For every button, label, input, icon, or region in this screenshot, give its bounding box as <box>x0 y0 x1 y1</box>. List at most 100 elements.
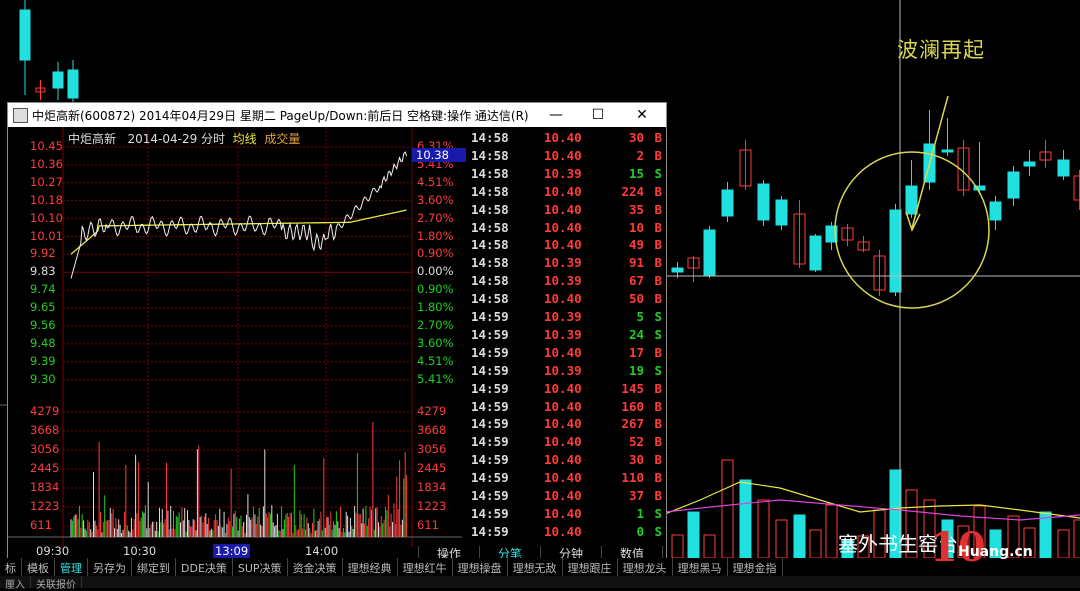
tick-volume: 91 <box>628 255 644 271</box>
bottom-tab[interactable]: 理想跟庄 <box>563 558 618 576</box>
tick-volume: 37 <box>628 488 644 503</box>
bottom-tab[interactable]: 理想经典 <box>343 558 398 576</box>
bottom-tab[interactable]: 理想龙头 <box>618 558 673 576</box>
bottom-tab[interactable]: 模板 <box>22 558 55 576</box>
maximize-button[interactable]: ☐ <box>576 103 620 127</box>
bottom-tab[interactable]: 理想无敌 <box>508 558 563 576</box>
bg-volume-bar <box>687 511 700 559</box>
tick-volume: 30 <box>628 452 644 468</box>
price-tick-label: 9.65 <box>30 300 56 315</box>
bottom-tab[interactable]: 标 <box>0 558 22 576</box>
volume-tick-label: 4279 <box>30 404 60 418</box>
tick-flag: B <box>654 183 662 199</box>
tick-volume: 160 <box>621 398 644 414</box>
tick-time: 14:58 <box>471 201 509 217</box>
tick-price: 10.40 <box>544 201 582 217</box>
average-price-line <box>70 209 407 255</box>
tick-row: 14:58 10.40 50 B <box>466 291 666 309</box>
close-button[interactable]: ✕ <box>620 103 664 127</box>
tick-row: 14:59 10.39 24 S <box>466 327 666 345</box>
price-tick-label: 9.39 <box>30 353 56 368</box>
bg-volume-bar <box>825 504 838 559</box>
status-item: 关联报价 <box>31 576 82 591</box>
pct-tick-label: 3.60% <box>417 335 454 350</box>
pct-tick-label: 2.70% <box>417 210 454 225</box>
bottom-tab[interactable]: 管理 <box>55 558 88 576</box>
volume-label: 成交量 <box>264 132 301 146</box>
bottom-tab[interactable]: 理想黑马 <box>673 558 728 576</box>
tick-flag: B <box>654 130 662 145</box>
pct-tick-label: 0.90% <box>417 246 454 261</box>
bottom-tab[interactable]: 理想金指 <box>728 558 783 576</box>
tick-volume: 1 <box>636 505 644 521</box>
tick-price: 10.40 <box>544 219 582 235</box>
tick-volume: 17 <box>628 344 644 360</box>
tick-price: 10.39 <box>544 273 582 289</box>
candle <box>989 201 1002 221</box>
bottom-tab[interactable]: SUP决策 <box>233 558 288 576</box>
pct-tick-label: 1.80% <box>417 300 454 315</box>
candle <box>809 235 822 271</box>
tick-time: 14:59 <box>471 488 509 503</box>
tick-price: 10.39 <box>544 362 582 378</box>
annotation-arrowhead <box>905 211 921 232</box>
tick-list[interactable]: 14:58 10.40 30 B 14:58 10.40 2 B 14:58 10.39 15 S 14… <box>466 127 666 545</box>
bottom-tab[interactable]: 绑定到 <box>132 558 176 576</box>
tick-flag: S <box>654 523 662 539</box>
bottom-tab[interactable]: 理想红牛 <box>398 558 453 576</box>
tick-flag: B <box>654 344 662 360</box>
tick-time: 14:59 <box>471 309 509 324</box>
tick-time: 14:59 <box>471 434 509 450</box>
volume-tick-label-right: 3056 <box>417 442 447 456</box>
bottom-tab[interactable]: 理想操盘 <box>453 558 508 576</box>
volume-tick-label: 1834 <box>30 480 60 494</box>
tick-flag: S <box>654 326 662 342</box>
bottom-tab[interactable]: 另存为 <box>88 558 132 576</box>
candle <box>1057 159 1070 177</box>
intraday-price-line <box>70 151 408 279</box>
tick-flag: B <box>654 452 662 468</box>
tick-time: 14:59 <box>471 326 509 342</box>
candle <box>19 9 31 61</box>
pct-tick-label: 1.80% <box>417 228 454 243</box>
price-tick-label: 9.74 <box>30 282 56 297</box>
tick-time: 14:59 <box>471 523 509 539</box>
candle <box>757 183 770 221</box>
tick-flag: B <box>654 434 662 450</box>
minimize-button[interactable]: — <box>534 103 578 127</box>
price-tick-label: 10.27 <box>30 174 63 189</box>
tick-time: 14:58 <box>471 291 509 307</box>
tick-time: 14:58 <box>471 219 509 235</box>
candle <box>941 149 954 153</box>
tick-time: 14:58 <box>471 130 509 145</box>
tick-price: 10.40 <box>544 237 582 253</box>
bg-volume-bar <box>757 499 770 559</box>
tick-volume: 145 <box>621 380 644 396</box>
volume-tick-label-right: 1223 <box>417 499 447 513</box>
candle <box>889 209 902 293</box>
volume-tick-label-right: 1834 <box>417 480 447 494</box>
intraday-chart[interactable]: 中炬高新 2014-04-29 分时 均线 成交量 10.45 6.31% 10.3… <box>8 127 466 558</box>
volume-tick-label-right: 2445 <box>417 461 447 475</box>
bg-volume-bar <box>721 459 734 559</box>
bottom-tab[interactable]: DDE决策 <box>176 558 233 576</box>
tick-price: 10.40 <box>544 416 582 432</box>
candle <box>67 69 79 99</box>
tick-row: 14:58 10.40 224 B <box>466 184 666 202</box>
intraday-popup-window[interactable]: 中炬高新(600872) 2014年04月29日 星期二 PageUp/Down… <box>7 102 667 564</box>
tick-row: 14:59 10.40 110 B <box>466 470 666 488</box>
bottom-tab-bar[interactable]: 标模板 管理 另存为 绑定到 DDE决策 SUP决策 资金决策 理想经典 理想红牛 理想操盘 理想无… <box>0 558 1080 576</box>
tick-flag: B <box>654 291 662 307</box>
tick-time: 14:59 <box>471 416 509 432</box>
tick-flag: B <box>654 273 662 289</box>
tick-time: 14:59 <box>471 362 509 378</box>
price-tick-label: 9.48 <box>30 335 56 350</box>
price-tick-label: 9.83 <box>30 264 56 279</box>
window-titlebar[interactable]: 中炬高新(600872) 2014年04月29日 星期二 PageUp/Down… <box>8 103 666 127</box>
tick-flag: B <box>654 201 662 217</box>
tick-volume: 5 <box>636 309 644 324</box>
bottom-tab[interactable]: 资金决策 <box>288 558 343 576</box>
tick-price: 10.40 <box>544 470 582 486</box>
tick-volume: 267 <box>621 416 644 432</box>
tick-flag: S <box>654 362 662 378</box>
